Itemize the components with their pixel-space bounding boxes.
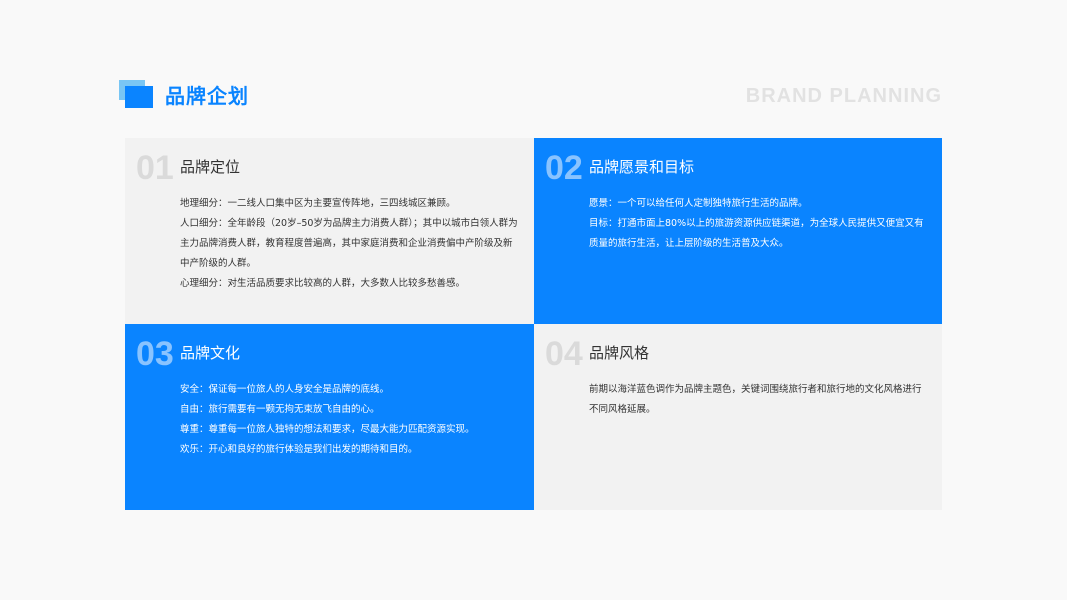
card-title: 品牌愿景和目标 [589, 158, 695, 176]
card-line: 欢乐：开心和良好的旅行体验是我们出发的期待和目的。 [180, 444, 418, 455]
card-title: 品牌风格 [589, 344, 650, 362]
card-line: 愿景：一个可以给任何人定制独特旅行生活的品牌。 [589, 198, 808, 209]
card-body: 安全：保证每一位旅人的人身安全是品牌的底线。 自由：旅行需要有一颗无拘无束放飞自… [180, 380, 520, 460]
logo-front-square [125, 86, 153, 108]
card-line: 心理细分：对生活品质要求比较高的人群，大多数人比较多愁善感。 [180, 278, 466, 289]
card-number: 01 [136, 149, 174, 187]
card-line: 前期以海洋蓝色调作为品牌主题色，关键词围绕旅行者和旅行地的文化风格进行不同风格延… [589, 384, 922, 415]
card-body: 地理细分：一二线人口集中区为主要宣传阵地，三四线城区兼顾。 人口细分：全年龄段（… [180, 194, 520, 294]
card-line: 地理细分：一二线人口集中区为主要宣传阵地，三四线城区兼顾。 [180, 198, 456, 209]
card-brand-culture: 03 品牌文化 安全：保证每一位旅人的人身安全是品牌的底线。 自由：旅行需要有一… [125, 324, 534, 510]
page-subtitle-en: BRAND PLANNING [745, 85, 942, 107]
card-title: 品牌文化 [180, 344, 241, 362]
page-title: 品牌企划 [165, 84, 249, 108]
card-line: 尊重：尊重每一位旅人独特的想法和要求，尽最大能力匹配资源实现。 [180, 424, 475, 435]
card-brand-style: 04 品牌风格 前期以海洋蓝色调作为品牌主题色，关键词围绕旅行者和旅行地的文化风… [534, 324, 942, 510]
card-line: 安全：保证每一位旅人的人身安全是品牌的底线。 [180, 384, 390, 395]
card-brand-vision: 02 品牌愿景和目标 愿景：一个可以给任何人定制独特旅行生活的品牌。 目标：打通… [534, 138, 942, 324]
card-line: 人口细分：全年龄段（20岁–50岁为品牌主力消费人群）；其中以城市白领人群为主力… [180, 218, 518, 269]
card-grid: 01 品牌定位 地理细分：一二线人口集中区为主要宣传阵地，三四线城区兼顾。 人口… [125, 138, 942, 510]
card-body: 愿景：一个可以给任何人定制独特旅行生活的品牌。 目标：打通市面上80%以上的旅游… [589, 194, 929, 254]
card-number: 02 [545, 149, 583, 187]
card-title: 品牌定位 [180, 158, 241, 176]
card-brand-positioning: 01 品牌定位 地理细分：一二线人口集中区为主要宣传阵地，三四线城区兼顾。 人口… [125, 138, 534, 324]
logo-mark [119, 80, 153, 108]
card-line: 自由：旅行需要有一颗无拘无束放飞自由的心。 [180, 404, 380, 415]
card-number: 03 [136, 335, 174, 373]
card-line: 目标：打通市面上80%以上的旅游资源供应链渠道，为全球人民提供又便宜又有质量的旅… [589, 218, 924, 249]
card-number: 04 [545, 335, 583, 373]
card-body: 前期以海洋蓝色调作为品牌主题色，关键词围绕旅行者和旅行地的文化风格进行不同风格延… [589, 380, 929, 420]
